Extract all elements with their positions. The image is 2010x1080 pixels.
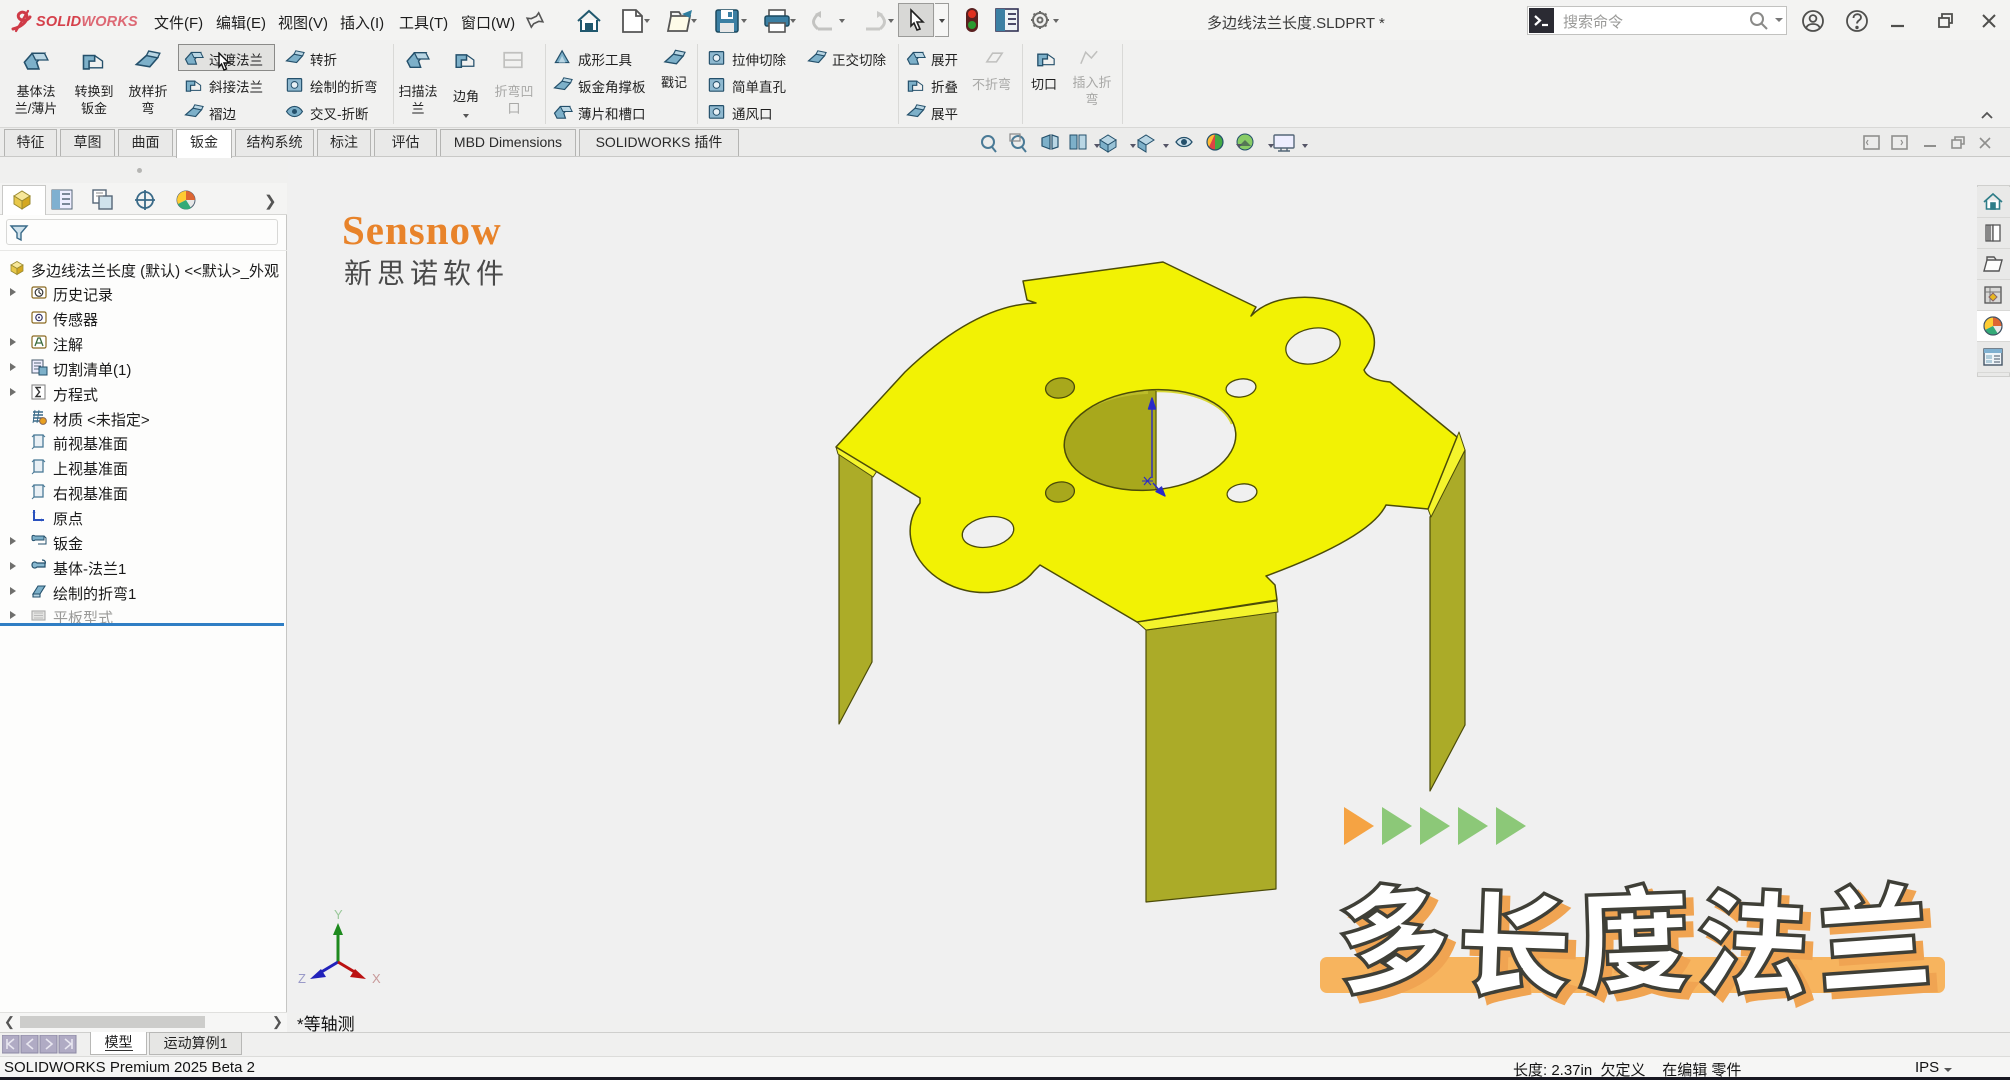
svg-text:SOLIDWORKS: SOLIDWORKS	[36, 14, 138, 30]
svg-text:Y: Y	[334, 907, 343, 922]
svg-text:Z: Z	[298, 971, 306, 986]
svg-text:X: X	[372, 971, 381, 986]
